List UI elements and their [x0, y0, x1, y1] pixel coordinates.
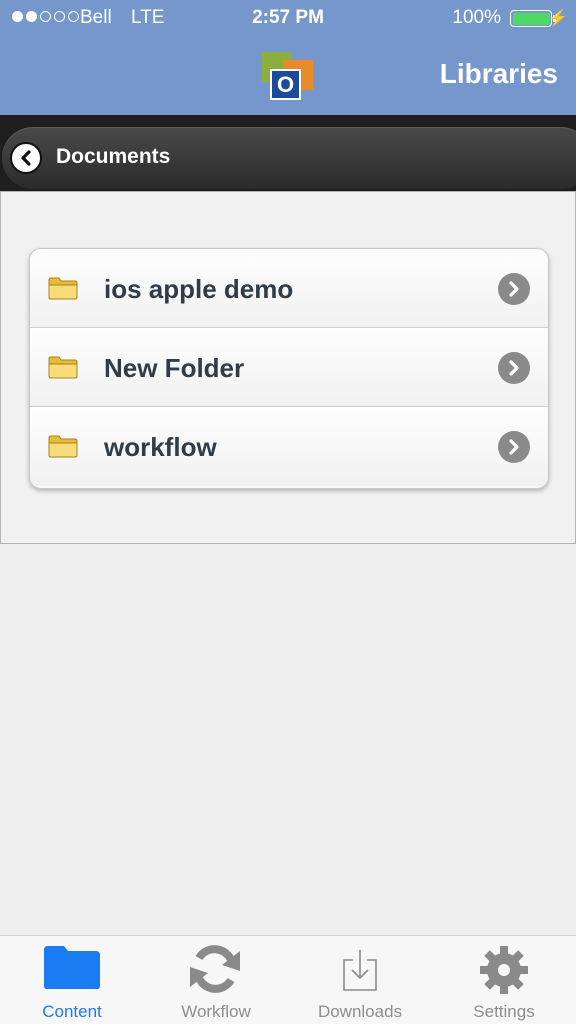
- status-bar: Bell LTE 2:57 PM 100% ⚡: [0, 0, 576, 38]
- folder-icon: [48, 356, 78, 379]
- header-area: Bell LTE 2:57 PM 100% ⚡ O Libraries: [0, 0, 576, 115]
- folder-icon: [44, 946, 100, 989]
- chevron-right-icon[interactable]: [498, 352, 530, 384]
- chevron-right-icon[interactable]: [498, 431, 530, 463]
- folder-row-ios-apple-demo[interactable]: ios apple demo: [30, 249, 548, 328]
- back-button[interactable]: [10, 142, 42, 174]
- tab-label: Downloads: [317, 1002, 403, 1021]
- screen: Bell LTE 2:57 PM 100% ⚡ O Libraries Docu…: [0, 0, 576, 1024]
- battery-icon: [510, 10, 552, 27]
- navigation-title: Documents: [56, 145, 171, 168]
- tab-bar: Content Workflow Downloads Settings: [0, 935, 576, 1024]
- app-logo: O: [259, 51, 317, 103]
- charging-icon: ⚡: [548, 10, 568, 27]
- battery-percent: 100%: [452, 7, 501, 28]
- tab-label: Workflow: [181, 1002, 251, 1021]
- app-logo-letter: O: [270, 69, 301, 100]
- page-title: Libraries: [439, 58, 558, 89]
- folder-icon: [48, 277, 78, 300]
- folder-label: ios apple demo: [104, 274, 294, 304]
- folder-row-new-folder[interactable]: New Folder: [30, 328, 548, 407]
- folder-row-workflow[interactable]: workflow: [30, 407, 548, 486]
- tab-downloads[interactable]: Downloads: [288, 936, 432, 1024]
- chevron-right-icon[interactable]: [498, 273, 530, 305]
- folder-list: ios apple demo New Folder workflow: [29, 248, 549, 489]
- tab-label: Settings: [473, 1002, 535, 1021]
- folder-label: workflow: [104, 432, 217, 462]
- chevron-left-icon: [21, 150, 31, 166]
- gear-icon: [480, 946, 528, 994]
- tab-content[interactable]: Content: [0, 936, 144, 1024]
- tab-label: Content: [42, 1002, 102, 1021]
- refresh-icon: [190, 945, 240, 993]
- download-icon: [343, 950, 377, 991]
- folder-label: New Folder: [104, 353, 245, 383]
- folder-icon: [48, 435, 78, 458]
- tab-workflow[interactable]: Workflow: [144, 936, 288, 1024]
- tab-settings[interactable]: Settings: [432, 936, 576, 1024]
